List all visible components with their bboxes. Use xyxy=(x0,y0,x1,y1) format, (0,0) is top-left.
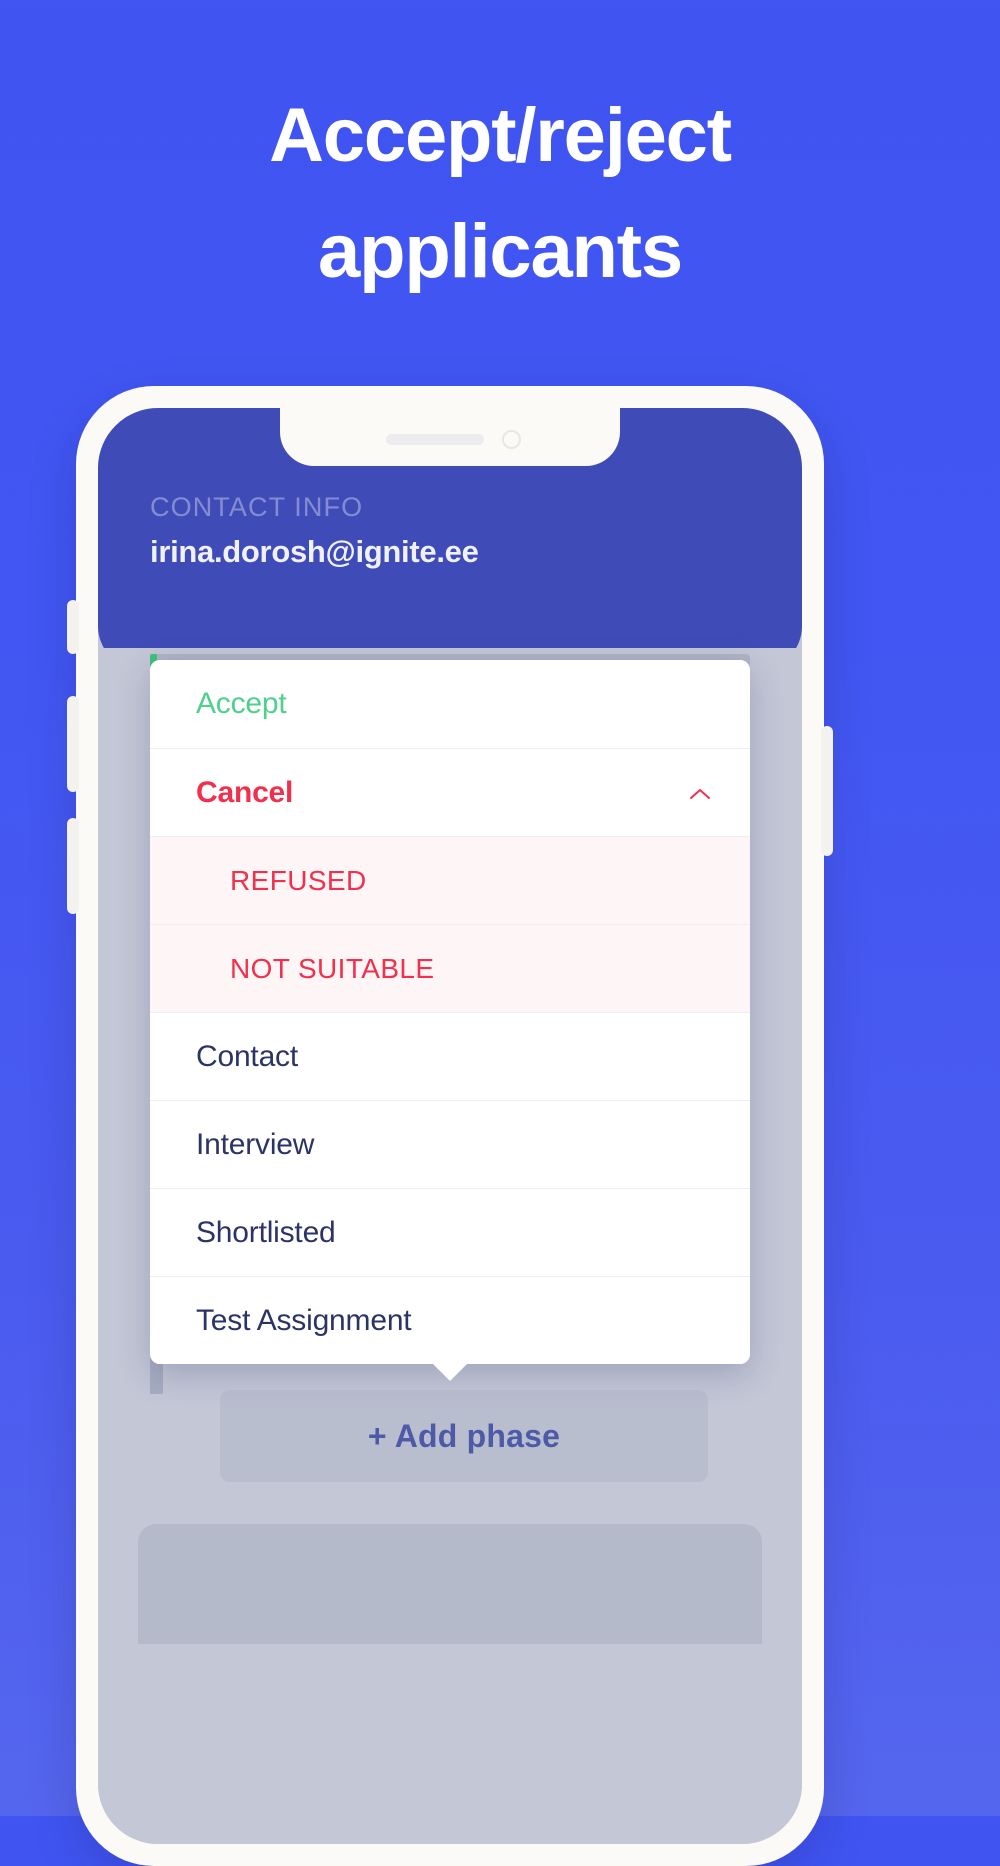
menu-item-label: NOT SUITABLE xyxy=(230,952,435,984)
front-camera-icon xyxy=(502,430,521,449)
add-phase-label: + Add phase xyxy=(367,1417,561,1454)
menu-item-label: Accept xyxy=(196,687,287,720)
menu-item-label: Cancel xyxy=(196,775,294,809)
phone-volume-up-button[interactable] xyxy=(67,696,79,792)
menu-item-shortlisted[interactable]: Shortlisted xyxy=(150,1188,750,1276)
phone-screen: CONTACT INFO irina.dorosh@ignite.ee Acce… xyxy=(98,408,802,1844)
menu-item-not-suitable[interactable]: NOT SUITABLE xyxy=(150,924,750,1012)
menu-item-refused[interactable]: REFUSED xyxy=(150,836,750,924)
menu-item-label: Shortlisted xyxy=(196,1215,336,1249)
contact-info-label: CONTACT INFO xyxy=(150,492,364,522)
page-title-line-2: applicants xyxy=(318,208,683,294)
menu-item-label: REFUSED xyxy=(230,864,367,896)
menu-item-label: Interview xyxy=(196,1127,315,1161)
phone-power-button[interactable] xyxy=(821,726,833,856)
menu-item-contact[interactable]: Contact xyxy=(150,1012,750,1100)
menu-item-cancel[interactable]: Cancel xyxy=(150,748,750,836)
phase-dropdown-list: Accept Cancel REFUSED NOT SUITABLE Conta… xyxy=(150,660,750,1364)
menu-item-test-assignment[interactable]: Test Assignment xyxy=(150,1276,750,1364)
menu-item-label: Test Assignment xyxy=(196,1303,412,1337)
app-body: Accept Cancel REFUSED NOT SUITABLE Conta… xyxy=(98,648,802,1844)
contact-email-value: irina.dorosh@ignite.ee xyxy=(150,534,479,569)
menu-item-interview[interactable]: Interview xyxy=(150,1100,750,1188)
phase-dropdown-menu: Accept Cancel REFUSED NOT SUITABLE Conta… xyxy=(150,660,750,1381)
add-phase-button[interactable]: + Add phase xyxy=(220,1390,708,1482)
menu-item-accept[interactable]: Accept xyxy=(150,660,750,748)
earpiece-speaker-icon xyxy=(386,434,484,445)
phone-mute-switch[interactable] xyxy=(67,600,79,654)
menu-item-label: Contact xyxy=(196,1039,298,1073)
dropdown-pointer-arrow xyxy=(431,1362,469,1381)
bottom-panel xyxy=(138,1524,762,1644)
page-title-line-1: Accept/reject xyxy=(269,93,732,178)
page-title: Accept/reject applicants xyxy=(0,78,1000,309)
phone-volume-down-button[interactable] xyxy=(67,818,79,914)
chevron-up-icon[interactable] xyxy=(690,788,710,808)
phone-mockup: CONTACT INFO irina.dorosh@ignite.ee Acce… xyxy=(67,386,833,1866)
